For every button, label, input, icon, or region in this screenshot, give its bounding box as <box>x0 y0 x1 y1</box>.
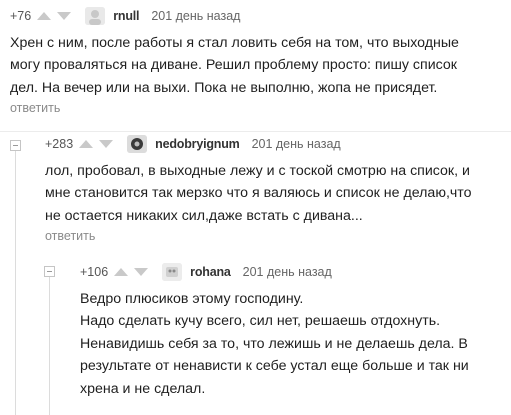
comment-2: +283 nedobryignum 201 день назад лол, пр… <box>45 134 505 243</box>
comment-time: 201 день назад <box>151 9 241 23</box>
username[interactable]: rohana <box>190 265 231 279</box>
downvote-arrow-icon[interactable] <box>134 268 149 276</box>
comment-line: хрена и не сделал. <box>80 380 206 397</box>
comment-3: +106 rohana 201 день назад Ведро плюсико… <box>80 262 505 400</box>
comment-line: Ведро плюсиков этому господину. <box>80 291 304 307</box>
upvote-arrow-icon[interactable] <box>114 268 129 276</box>
comment-line: Хрен с ним, после работы я стал ловить с… <box>10 35 459 51</box>
comment-line: не остается никаких сил,даже встать с ди… <box>45 207 363 224</box>
upvote-arrow-icon[interactable] <box>37 12 52 20</box>
thread-line <box>15 150 16 415</box>
comment-1: +76 rnull 201 день назад Хрен с ним, пос… <box>10 6 505 115</box>
divider <box>0 131 511 132</box>
comment-line: Надо сделать кучу всего, сил нет, решаеш… <box>80 313 441 330</box>
comment-line: могу проваляться на диване. Решил пробле… <box>10 57 457 74</box>
avatar[interactable] <box>162 263 183 281</box>
username[interactable]: nedobryignum <box>155 137 240 151</box>
comment-line: результате от ненависти к себе устал еще… <box>80 358 469 375</box>
thread-line <box>49 276 50 415</box>
reply-link[interactable]: ответить <box>10 101 505 115</box>
avatar[interactable] <box>85 7 106 25</box>
upvote-arrow-icon[interactable] <box>79 140 94 148</box>
comment-line: мне становится так мерзко что я валяюсь … <box>45 185 472 202</box>
avatar[interactable] <box>127 135 148 153</box>
comment-rating: +106 <box>80 265 109 279</box>
comment-time: 201 день назад <box>251 137 341 151</box>
collapse-toggle-icon[interactable] <box>10 140 21 151</box>
comment-rating: +283 <box>45 137 74 151</box>
comment-text: Хрен с ним, после работы я стал ловить с… <box>10 32 505 99</box>
collapse-toggle-icon[interactable] <box>44 266 55 277</box>
comment-meta: +76 rnull 201 день назад <box>10 6 505 26</box>
comment-rating: +76 <box>10 9 32 23</box>
username[interactable]: rnull <box>113 9 139 23</box>
downvote-arrow-icon[interactable] <box>99 140 114 148</box>
comment-meta: +106 rohana 201 день назад <box>80 262 505 282</box>
comment-line: Ненавидишь себя за то, что лежишь и не д… <box>80 335 468 352</box>
comment-meta: +283 nedobryignum 201 день назад <box>45 134 505 154</box>
comment-time: 201 день назад <box>242 265 332 279</box>
comment-line: дел. На вечер или на выхи. Пока не выпол… <box>10 79 438 96</box>
downvote-arrow-icon[interactable] <box>57 12 72 20</box>
comment-line: лол, пробовал, в выходные лежу и с тоско… <box>45 163 470 179</box>
reply-link[interactable]: ответить <box>45 229 505 243</box>
comment-text: Ведро плюсиков этому господину. Надо сде… <box>80 288 505 400</box>
comment-text: лол, пробовал, в выходные лежу и с тоско… <box>45 160 505 227</box>
